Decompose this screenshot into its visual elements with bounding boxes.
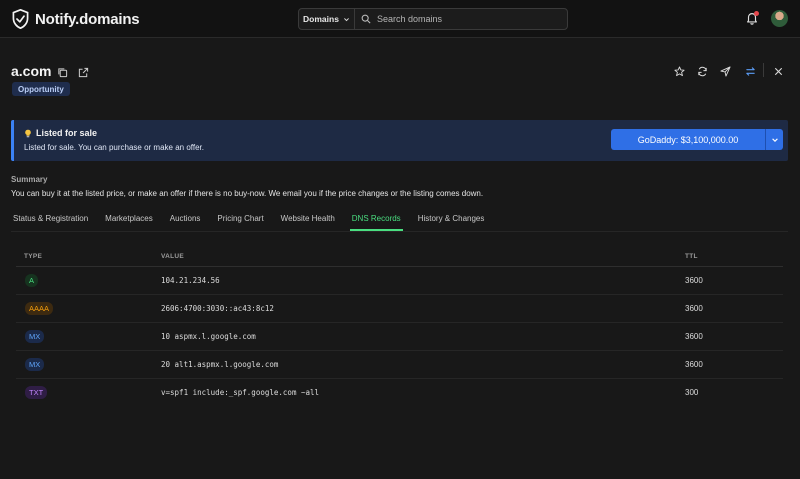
- chevron-down-icon: [344, 17, 349, 21]
- record-type-badge: TXT: [25, 386, 48, 399]
- tab-website-health[interactable]: Website Health: [279, 209, 337, 231]
- app-logo[interactable]: Notify.domains: [12, 9, 140, 29]
- record-value: 104.21.234.56: [161, 276, 220, 285]
- close-button[interactable]: [772, 65, 784, 77]
- record-ttl: 3600: [685, 332, 703, 341]
- record-ttl: 300: [685, 388, 699, 397]
- close-icon: [774, 67, 782, 75]
- table-row: AAAA 2606:4700:3030::ac43:8c12 3600: [16, 295, 783, 323]
- table-row: A 104.21.234.56 3600: [16, 267, 783, 295]
- star-icon: [673, 65, 685, 76]
- avatar[interactable]: [771, 10, 788, 27]
- refresh-icon: [697, 66, 707, 76]
- tab-auctions[interactable]: Auctions: [168, 209, 203, 231]
- lightbulb-icon: [25, 129, 31, 137]
- table-row: MX 10 aspmx.l.google.com 3600: [16, 323, 783, 351]
- tab-status-registration[interactable]: Status & Registration: [11, 209, 90, 231]
- tab-pricing-chart[interactable]: Pricing Chart: [215, 209, 265, 231]
- banner-title-text: Listed for sale: [36, 128, 98, 138]
- record-value: 2606:4700:3030::ac43:8c12: [161, 304, 274, 313]
- column-header-value: VALUE: [161, 253, 185, 260]
- record-ttl: 3600: [685, 276, 703, 285]
- chevron-down-icon: [771, 137, 778, 142]
- record-ttl: 3600: [685, 360, 703, 369]
- status-badge: Opportunity: [12, 82, 70, 96]
- app-name: Notify.domains: [35, 10, 140, 28]
- notification-dot: [754, 11, 759, 16]
- send-icon: [719, 65, 731, 77]
- buy-now-button[interactable]: GoDaddy: $3,100,000.00: [611, 129, 765, 150]
- top-bar: Notify.domains Domains: [0, 0, 800, 38]
- record-value: 10 aspmx.l.google.com: [161, 332, 256, 341]
- tab-divider: [11, 231, 788, 232]
- table-row: TXT v=spf1 include:_spf.google.com ~all …: [16, 379, 783, 407]
- record-type-badge: A: [25, 274, 39, 287]
- open-external-button[interactable]: [77, 66, 89, 78]
- refresh-button[interactable]: [696, 65, 708, 77]
- copy-icon: [57, 67, 67, 77]
- dns-records-table: TYPE VALUE TTL A 104.21.234.56 3600 AAAA…: [16, 246, 783, 407]
- column-header-ttl: TTL: [685, 253, 698, 260]
- arrows-exchange-icon: [745, 66, 755, 76]
- buy-options-dropdown[interactable]: [765, 129, 783, 150]
- table-header: TYPE VALUE TTL: [16, 246, 783, 267]
- share-button[interactable]: [719, 65, 731, 77]
- tab-marketplaces[interactable]: Marketplaces: [103, 209, 155, 231]
- record-type-badge: AAAA: [25, 302, 54, 315]
- search-icon: [361, 14, 371, 24]
- table-row: MX 20 alt1.aspmx.l.google.com 3600: [16, 351, 783, 379]
- sync-button[interactable]: [744, 65, 756, 77]
- tab-dns-records[interactable]: DNS Records: [349, 209, 403, 231]
- external-link-icon: [78, 67, 88, 77]
- shield-check-icon: [12, 9, 29, 29]
- tab-history-changes[interactable]: History & Changes: [416, 209, 487, 231]
- column-header-type: TYPE: [24, 253, 43, 260]
- record-type-badge: MX: [25, 330, 45, 343]
- divider: [763, 63, 764, 77]
- search-scope-label: Domains: [303, 14, 339, 24]
- search-scope-select[interactable]: Domains: [299, 9, 355, 29]
- record-type-badge: MX: [25, 358, 45, 371]
- summary-text: You can buy it at the listed price, or m…: [11, 189, 484, 198]
- search-input[interactable]: [377, 14, 557, 24]
- copy-button[interactable]: [56, 66, 68, 78]
- listing-banner: Listed for sale Listed for sale. You can…: [11, 120, 788, 161]
- record-value: v=spf1 include:_spf.google.com ~all: [161, 388, 320, 397]
- tab-bar: Status & Registration Marketplaces Aucti…: [11, 209, 499, 231]
- summary-label: Summary: [11, 175, 48, 184]
- search-box: [355, 9, 567, 29]
- favorite-button[interactable]: [673, 65, 685, 77]
- banner-title: Listed for sale: [24, 128, 97, 138]
- record-ttl: 3600: [685, 304, 703, 313]
- banner-text: Listed for sale. You can purchase or mak…: [24, 143, 204, 152]
- search-bar: Domains: [298, 8, 568, 30]
- record-value: 20 alt1.aspmx.l.google.com: [161, 360, 279, 369]
- page-title: a.com: [11, 63, 52, 79]
